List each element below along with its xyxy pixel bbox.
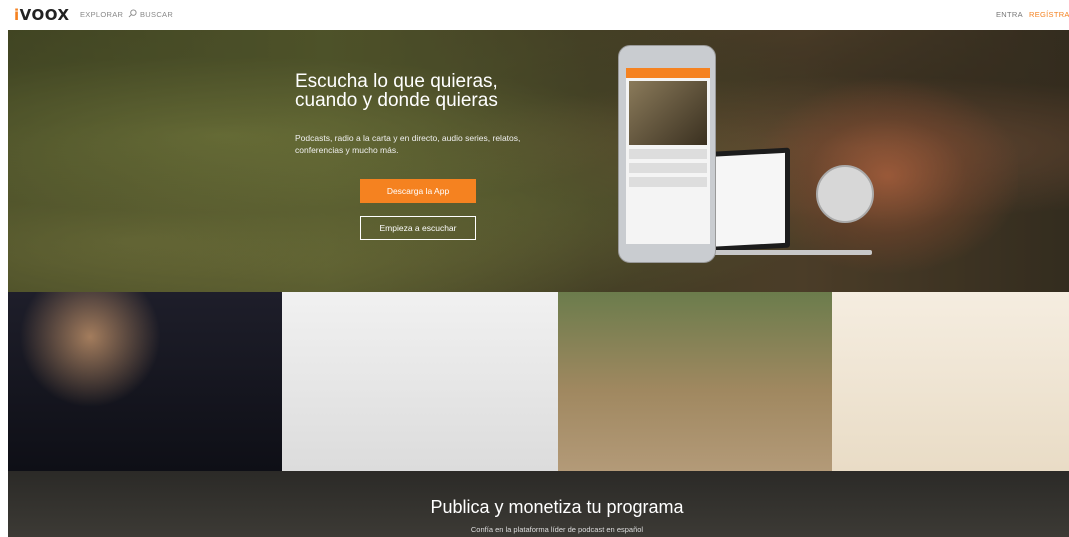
explorar-link[interactable]: EXPLORAR: [80, 10, 123, 19]
phone-app-bar: [626, 68, 710, 78]
laptop-base: [700, 250, 872, 255]
feature-image-strip: [8, 292, 1069, 471]
promo-subtitle: Confía en la plataforma líder de podcast…: [470, 525, 644, 534]
registrate-link[interactable]: REGÍSTRATE: [1029, 10, 1069, 19]
logo-text: VOOX: [19, 6, 70, 24]
hero-title-line1: Escucha lo que quieras,: [295, 71, 498, 92]
hero-subtitle-line1: Podcasts, radio a la carta y en directo,…: [295, 133, 521, 143]
woman-phone-image: [832, 292, 1069, 471]
phone-list-row: [629, 163, 707, 173]
phone-mockup: [618, 45, 716, 263]
phone-screen: [626, 68, 710, 244]
search-icon[interactable]: [128, 9, 137, 18]
entra-link[interactable]: ENTRA: [996, 10, 1023, 19]
hero-subtitle-line2: conferencias y mucho más.: [295, 145, 399, 155]
top-navigation-bar: iVOOX EXPLORAR BUSCAR ENTRA REGÍSTRATE: [0, 0, 1069, 30]
phone-featured-image: [629, 81, 707, 145]
laptop-screen: [705, 152, 785, 248]
buscar-link[interactable]: BUSCAR: [140, 10, 173, 19]
hero-subtitle: Podcasts, radio a la carta y en directo,…: [295, 132, 555, 156]
car-dashboard-image: [8, 292, 282, 471]
hero-title: Escucha lo que quieras, cuando y donde q…: [295, 72, 555, 110]
headphones-image: [816, 165, 874, 223]
download-app-button[interactable]: Descarga la App: [360, 179, 476, 203]
start-listening-button[interactable]: Empieza a escuchar: [360, 216, 476, 240]
hero-title-line2: cuando y donde quieras: [295, 90, 498, 111]
phone-list-row: [629, 149, 707, 159]
office-listener-image: [282, 292, 558, 471]
hero-banner: [8, 30, 1069, 292]
runner-stretching-image: [558, 292, 832, 471]
promo-title: Publica y monetiza tu programa: [430, 497, 684, 517]
phone-list-row: [629, 177, 707, 187]
ivoox-logo[interactable]: iVOOX: [14, 6, 70, 24]
